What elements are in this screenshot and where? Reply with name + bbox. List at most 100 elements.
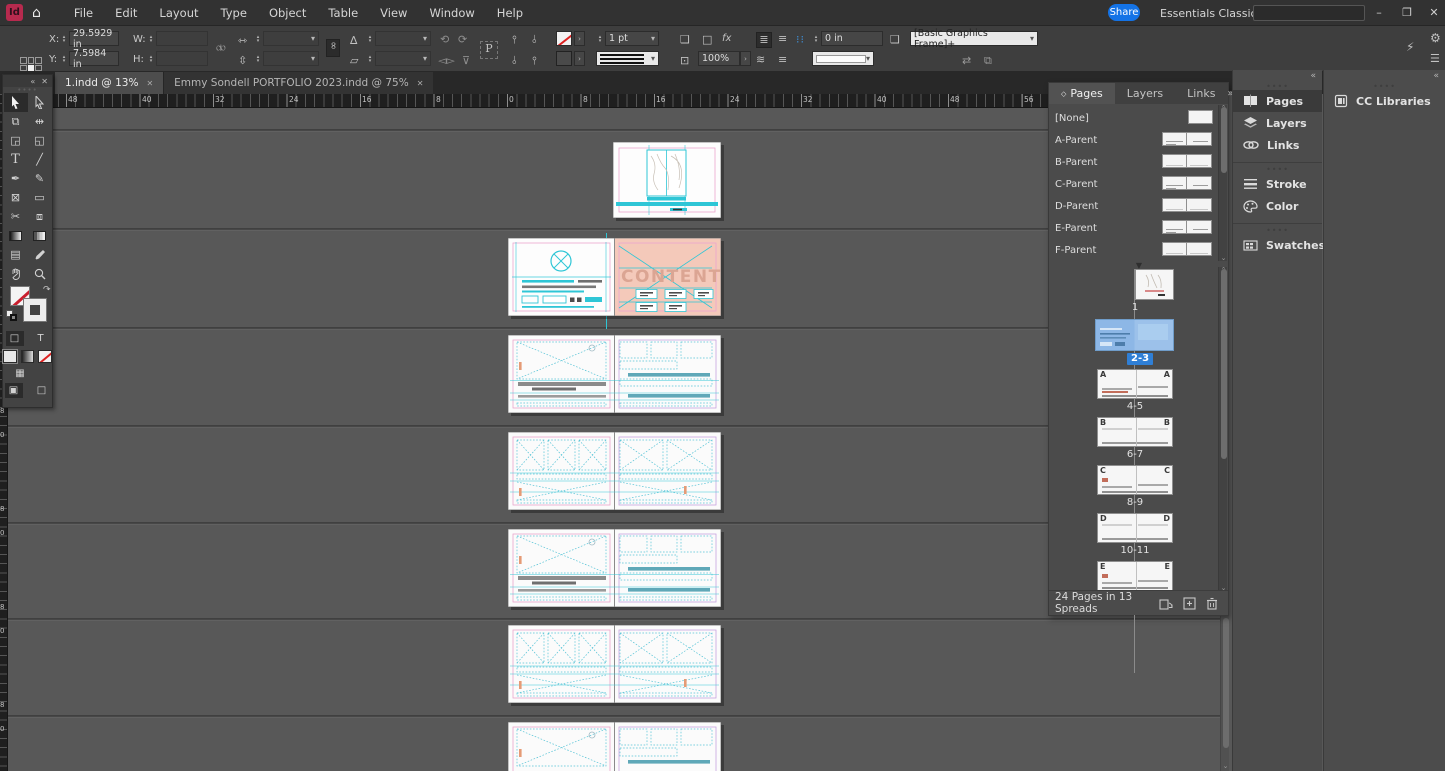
stroke-swatch[interactable] [23, 298, 47, 322]
parent-e-thumbs[interactable] [1162, 220, 1212, 234]
menu-help[interactable]: Help [486, 0, 534, 26]
gradient-swatch-tool[interactable] [4, 226, 28, 245]
tab-links[interactable]: Links [1175, 83, 1227, 104]
dock-item-links[interactable]: Links [1233, 134, 1322, 156]
spread-thumb-6-7[interactable]: B B [1097, 417, 1173, 447]
canvas-vertical-scrollbar[interactable]: ⌄ [1220, 616, 1229, 771]
panel-menu-icon[interactable]: ☰ [1430, 52, 1440, 65]
spread-label-8-9[interactable]: 8-9 [1105, 497, 1165, 508]
home-icon[interactable]: ⌂ [32, 5, 41, 21]
object-style-combo[interactable]: [Basic Graphics Frame]+ ▾ [910, 28, 1038, 50]
rotate-cw-icon[interactable]: ⟳ [458, 33, 467, 46]
formatting-affects-text-button[interactable]: T [32, 331, 50, 346]
page-tool[interactable]: ⧉ [4, 112, 28, 131]
create-new-page-icon[interactable] [1183, 596, 1196, 610]
tab-close-icon[interactable]: ✕ [146, 79, 153, 88]
menu-table[interactable]: Table [317, 0, 369, 26]
spread-label-2-3[interactable]: 2-3 [1127, 353, 1154, 365]
dock-item-stroke[interactable]: Stroke [1233, 173, 1322, 195]
selection-tool[interactable] [3, 93, 28, 112]
dock-grip[interactable]: •••• [1233, 226, 1322, 235]
spread-page-1[interactable] [612, 141, 722, 219]
flip-vertical-icon[interactable]: ⊽ [462, 54, 470, 67]
workspace-switcher[interactable]: Essentials Classic ▾ [1160, 4, 1267, 22]
doc-tab-inactive[interactable]: Emmy Sondell PORTFOLIO 2023.indd @ 75% ✕ [163, 72, 434, 94]
spread-label-4-5[interactable]: 4-5 [1105, 401, 1165, 412]
pencil-tool[interactable]: ✎ [28, 169, 52, 188]
style-override-icon-1[interactable]: ⇄ [962, 54, 971, 67]
rectangle-tool[interactable]: ▭ [28, 188, 52, 207]
pages-splitter[interactable]: ▼ [1049, 261, 1229, 270]
constrain-scale-icon[interactable]: ∞ [326, 39, 340, 57]
apply-none-button[interactable] [38, 349, 53, 363]
w-stepper[interactable]: ▴ ▾ [147, 31, 155, 46]
tab-layers[interactable]: Layers [1115, 83, 1175, 104]
close-icon[interactable]: ✕ [41, 77, 48, 86]
spread-pages-12-13[interactable] [508, 722, 721, 771]
y-stepper[interactable]: ▴ ▾ [60, 51, 68, 66]
h-stepper[interactable]: ▴ ▾ [147, 51, 155, 66]
scale-x-combo[interactable]: ▾ [263, 31, 319, 46]
hand-tool[interactable] [4, 264, 28, 283]
canvas-pasteboard[interactable]: CONTENT [8, 108, 1220, 771]
scale-y-combo[interactable]: ▾ [263, 51, 319, 66]
style-override-icon-2[interactable]: ⧉ [984, 54, 992, 68]
apply-color-button[interactable] [2, 348, 18, 364]
eyedropper-tool[interactable] [28, 245, 52, 264]
opacity-field[interactable]: 100% [698, 51, 740, 66]
delete-page-icon[interactable] [1206, 597, 1218, 610]
note-tool[interactable]: ▤ [4, 245, 28, 264]
spread-thumb-2-3[interactable] [1095, 319, 1174, 351]
distribute-icon-4[interactable]: ⫯ [532, 54, 537, 68]
spread-label-6-7[interactable]: 6-7 [1105, 449, 1165, 460]
spread-pages-10-11[interactable] [507, 624, 722, 704]
parent-d-thumbs[interactable] [1162, 198, 1212, 212]
opacity-expand[interactable]: › [740, 51, 751, 66]
rotation-combo[interactable]: ▾ [375, 31, 431, 46]
dock-item-cc-libraries[interactable]: CC Libraries [1324, 90, 1445, 112]
spread-pages-8-9[interactable] [507, 528, 722, 608]
spread-pages-4-5[interactable] [507, 334, 722, 414]
content-collector-tool[interactable]: ◲ [4, 131, 28, 150]
spread-thumb-8-9[interactable]: C C [1097, 465, 1173, 495]
tab-close-icon[interactable]: ✕ [417, 79, 424, 88]
scrollbar-thumb[interactable] [1222, 618, 1229, 748]
offset-stepper[interactable]: ▴ ▾ [812, 31, 820, 46]
swatch-combo[interactable]: ▾ [812, 51, 874, 66]
wrap-none-icon[interactable]: ≣ [756, 32, 772, 48]
spread-pages-2-3[interactable]: CONTENT [507, 237, 722, 317]
content-placer-tool[interactable]: ◱ [28, 131, 52, 150]
menu-file[interactable]: File [63, 0, 104, 26]
fill-color-expand[interactable]: › [574, 51, 585, 66]
close-button[interactable]: ✕ [1421, 0, 1445, 24]
wrap-bounding-icon[interactable]: ≡ [778, 32, 787, 45]
view-options-button[interactable]: ▦ [11, 366, 29, 381]
select-content-button[interactable]: P [480, 41, 498, 59]
spread-label-10-11[interactable]: 10-11 [1105, 545, 1165, 556]
pen-tool[interactable]: ✒ [4, 169, 28, 188]
gear-icon[interactable]: ⚙ [1430, 31, 1441, 45]
swap-fill-stroke-icon[interactable]: ↷ [43, 285, 51, 295]
rotation-stepper[interactable]: ▴ ▾ [366, 31, 374, 46]
share-button[interactable]: Share [1108, 4, 1140, 21]
apply-gradient-button[interactable] [20, 349, 35, 363]
collapse-icon[interactable]: « [30, 77, 35, 86]
pages-scrollbar[interactable]: ⌃ ⌄ [1218, 266, 1227, 592]
corner-shape-icon[interactable]: □ [702, 33, 712, 46]
page-thumb-1[interactable] [1135, 269, 1174, 300]
dock-item-color[interactable]: Color [1233, 195, 1322, 217]
offset-field[interactable]: 0 in [821, 31, 883, 46]
spread-pages-6-7[interactable] [507, 431, 722, 511]
line-tool[interactable]: ╱ [28, 150, 52, 169]
stroke-weight-combo[interactable]: 1 pt ▾ [605, 31, 659, 46]
dock-item-swatches[interactable]: Swatches [1233, 234, 1325, 256]
menu-object[interactable]: Object [258, 0, 317, 26]
wrap-jump-icon[interactable]: ≡ [778, 53, 787, 66]
y-field[interactable]: 7.5984 in [69, 48, 119, 70]
menu-edit[interactable]: Edit [104, 0, 148, 26]
tab-pages[interactable]: ◇ Pages [1049, 83, 1115, 104]
snap-icon[interactable]: ⁝⁝ [796, 33, 805, 46]
h-field[interactable] [156, 51, 208, 66]
flip-horizontal-icon[interactable]: ◅▻ [438, 54, 455, 67]
dock-grip[interactable]: •••• [1233, 165, 1322, 174]
